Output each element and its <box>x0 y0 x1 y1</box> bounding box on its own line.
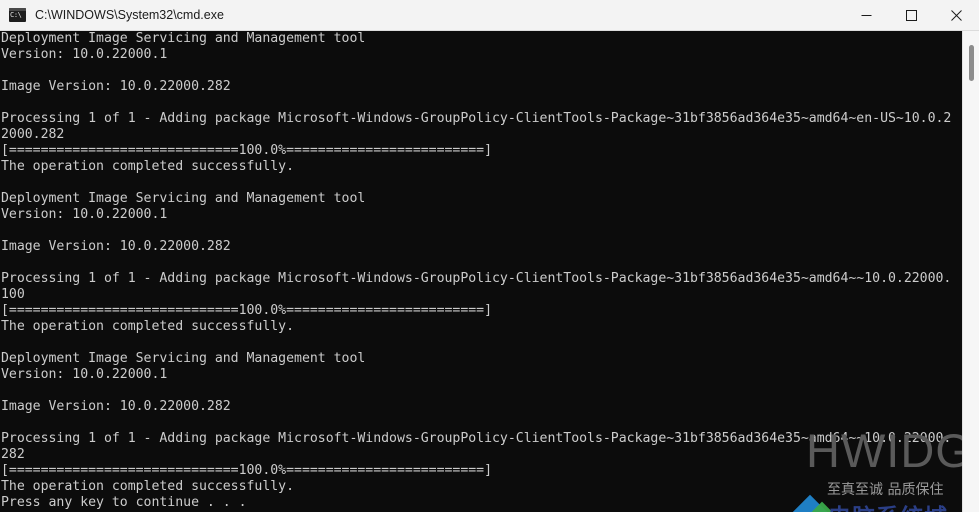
console-line: Processing 1 of 1 - Adding package Micro… <box>1 271 952 286</box>
maximize-icon <box>906 10 917 21</box>
console-line: The operation completed successfully. <box>1 479 295 494</box>
console-line: Version: 10.0.22000.1 <box>1 367 168 382</box>
console-line: Image Version: 10.0.22000.282 <box>1 79 231 94</box>
console-line: Deployment Image Servicing and Managemen… <box>1 191 366 206</box>
maximize-button[interactable] <box>889 0 934 31</box>
cmd-window: C:\ C:\WINDOWS\System32\cmd.exe Deployme… <box>0 0 979 512</box>
console-line: Deployment Image Servicing and Managemen… <box>1 351 366 366</box>
console-line: 2000.282 <box>1 127 65 142</box>
minimize-icon <box>861 15 872 16</box>
console-line: 100 <box>1 287 25 302</box>
console-text: Deployment Image Servicing and Managemen… <box>1 31 951 511</box>
window-title: C:\WINDOWS\System32\cmd.exe <box>35 8 224 22</box>
console-line: Processing 1 of 1 - Adding package Micro… <box>1 431 952 446</box>
console-line: [=============================100.0%====… <box>1 303 493 318</box>
console-line: Version: 10.0.22000.1 <box>1 207 168 222</box>
console-line: Version: 10.0.22000.1 <box>1 47 168 62</box>
console-line: Image Version: 10.0.22000.282 <box>1 399 231 414</box>
console-line: The operation completed successfully. <box>1 319 295 334</box>
console-line: Deployment Image Servicing and Managemen… <box>1 31 366 46</box>
window-controls <box>844 0 979 30</box>
cmd-icon: C:\ <box>9 8 26 22</box>
console-line: Processing 1 of 1 - Adding package Micro… <box>1 111 952 126</box>
console-line: Press any key to continue . . . <box>1 495 247 510</box>
titlebar[interactable]: C:\ C:\WINDOWS\System32\cmd.exe <box>0 0 979 31</box>
vertical-scrollbar[interactable] <box>962 31 979 512</box>
scrollbar-thumb[interactable] <box>969 45 974 81</box>
close-button[interactable] <box>934 0 979 31</box>
close-icon <box>951 10 962 21</box>
titlebar-left: C:\ C:\WINDOWS\System32\cmd.exe <box>0 0 844 30</box>
minimize-button[interactable] <box>844 0 889 31</box>
console-line: The operation completed successfully. <box>1 159 295 174</box>
console-output-area[interactable]: Deployment Image Servicing and Managemen… <box>0 31 979 512</box>
console-line: [=============================100.0%====… <box>1 463 493 478</box>
cmd-icon-prompt: C:\ <box>10 11 22 19</box>
console-line: 282 <box>1 447 25 462</box>
console-line: [=============================100.0%====… <box>1 143 493 158</box>
console-line: Image Version: 10.0.22000.282 <box>1 239 231 254</box>
